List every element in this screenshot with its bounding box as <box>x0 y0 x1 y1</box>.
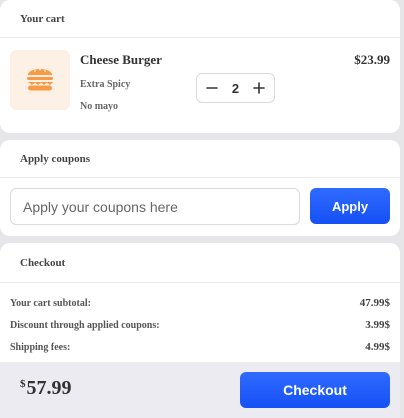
item-thumbnail <box>10 50 70 110</box>
summary-row: Shipping fees: 4.99$ <box>0 336 400 358</box>
summary-value: 4.99$ <box>365 341 390 353</box>
minus-icon[interactable] <box>203 79 221 97</box>
cart-item: Cheese Burger Extra Spicy No mayo 2 $23.… <box>0 38 400 133</box>
cart-title: Your cart <box>0 0 400 38</box>
coupons-title: Apply coupons <box>0 140 400 178</box>
currency-symbol: $ <box>20 378 26 390</box>
checkout-button[interactable]: Checkout <box>240 372 390 408</box>
burger-icon <box>25 64 55 97</box>
summary-value: 47.99$ <box>359 297 390 309</box>
checkout-card: Checkout Your cart subtotal: 47.99$ Disc… <box>0 243 400 418</box>
checkout-footer: $57.99 Checkout <box>0 362 400 418</box>
apply-button[interactable]: Apply <box>310 188 390 224</box>
coupon-input[interactable] <box>10 188 300 225</box>
quantity-value: 2 <box>231 80 240 96</box>
checkout-title: Checkout <box>0 243 400 283</box>
summary-list: Your cart subtotal: 47.99$ Discount thro… <box>0 283 400 358</box>
summary-value: 3.99$ <box>365 319 390 331</box>
item-option: Extra Spicy <box>80 79 131 90</box>
summary-label: Shipping fees: <box>10 341 71 353</box>
summary-row: Discount through applied coupons: 3.99$ <box>0 314 400 336</box>
summary-label: Your cart subtotal: <box>10 297 91 309</box>
item-name: Cheese Burger <box>80 52 162 67</box>
quantity-stepper: 2 <box>196 73 275 103</box>
plus-icon[interactable] <box>250 79 268 97</box>
cart-card: Your cart Cheese Burger Extra Spicy No m… <box>0 0 400 133</box>
summary-label: Discount through applied coupons: <box>10 319 160 331</box>
coupons-card: Apply coupons Apply <box>0 140 400 236</box>
item-price: $23.99 <box>354 52 390 67</box>
total-price: $57.99 <box>20 377 72 400</box>
item-option: No mayo <box>80 101 119 112</box>
summary-row: Your cart subtotal: 47.99$ <box>0 292 400 314</box>
coupon-row: Apply <box>0 178 400 236</box>
total-value: 57.99 <box>26 377 72 399</box>
